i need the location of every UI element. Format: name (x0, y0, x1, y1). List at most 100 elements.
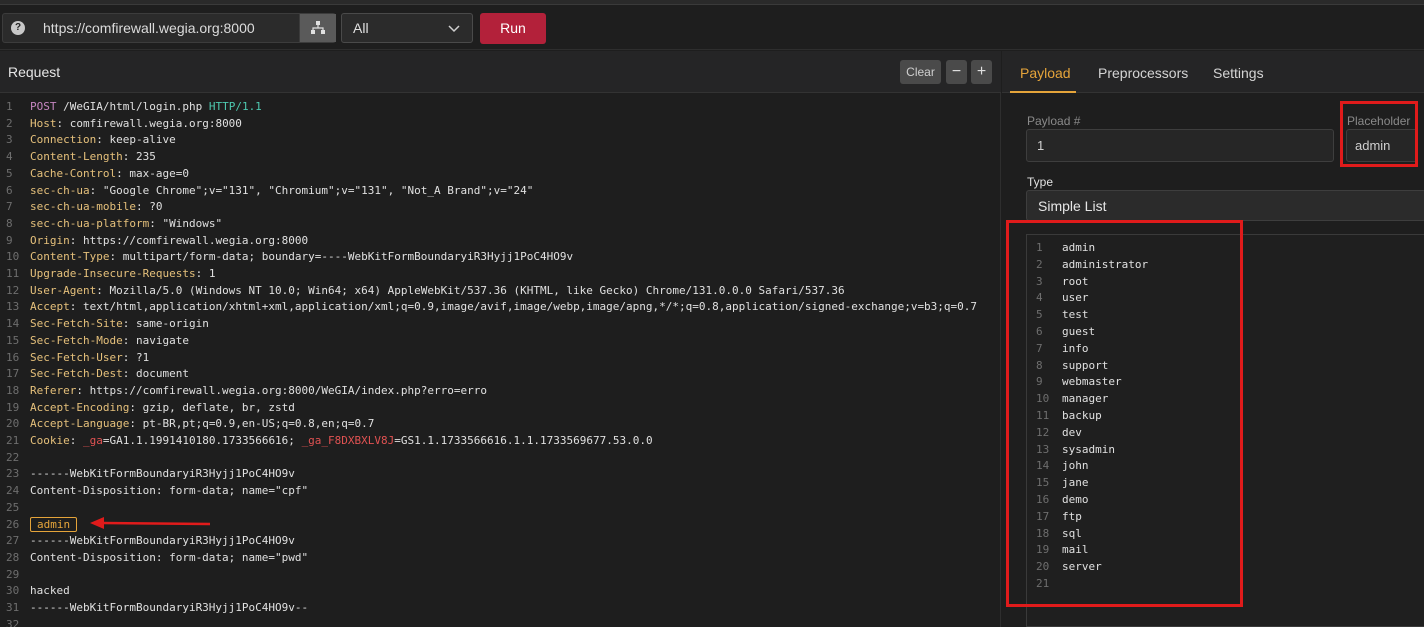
line-number: 23 (6, 467, 20, 481)
run-button[interactable]: Run (480, 13, 546, 44)
line-number: 9 (6, 233, 13, 247)
payload-list-highlight-box (1006, 220, 1243, 607)
code-text: : keep-alive (96, 133, 176, 147)
payload-number-field[interactable]: 1 (1026, 129, 1334, 162)
clear-button[interactable]: Clear (900, 60, 941, 84)
line-content: Content-Disposition: form-data; name="pw… (30, 550, 308, 567)
line-number: 2 (6, 116, 13, 130)
line-content: Content-Type: multipart/form-data; bound… (30, 249, 573, 266)
code-text: ------WebKitFormBoundaryiR3Hyjj1PoC4HO9v (30, 467, 295, 481)
line-number: 20 (6, 417, 20, 431)
line-content: sec-ch-ua-platform: "Windows" (30, 216, 222, 233)
line-content: ------WebKitFormBoundaryiR3Hyjj1PoC4HO9v (30, 466, 295, 483)
scope-select-value: All (353, 20, 369, 36)
line-content: Sec-Fetch-User: ?1 (30, 350, 149, 367)
code-text: ------WebKitFormBoundaryiR3Hyjj1PoC4HO9v… (30, 601, 309, 614)
placeholder-highlight-box (1340, 101, 1418, 167)
line-number: 17 (6, 367, 20, 381)
line-content: sec-ch-ua: "Google Chrome";v="131", "Chr… (30, 183, 533, 200)
line-content: Origin: https://comfirewall.wegia.org:80… (30, 233, 308, 250)
url-field[interactable]: ? https://comfirewall.wegia.org:8000 (2, 13, 336, 43)
highlighted-payload-marker: admin (30, 516, 78, 532)
line-content: Accept-Language: pt-BR,pt;q=0.9,en-US;q=… (30, 416, 374, 433)
line-number: 11 (6, 267, 20, 280)
tab-preprocessors[interactable]: Preprocessors (1098, 65, 1188, 81)
line-number: 32 (6, 617, 20, 627)
line-content: Content-Disposition: form-data; name="cp… (30, 483, 308, 500)
code-text: : ?0 (135, 200, 163, 214)
line-number: 25 (6, 500, 20, 514)
line-number: 12 (6, 283, 20, 297)
line-content: ------WebKitFormBoundaryiR3Hyjj1PoC4HO9v (30, 533, 295, 550)
zoom-out-button[interactable]: − (946, 60, 967, 84)
header-name: Referer (30, 383, 77, 397)
line-number: 29 (6, 567, 20, 581)
header-name: Cache-Control (30, 166, 117, 180)
header-name: sec-ch-ua (30, 183, 90, 197)
line-content: Host: comfirewall.wegia.org:8000 (30, 116, 242, 133)
line-content: Upgrade-Insecure-Requests: 1 (30, 266, 215, 283)
line-number: 28 (6, 550, 20, 564)
code-text: : 235 (122, 150, 156, 164)
code-text: : max-age=0 (116, 166, 189, 180)
code-text: : gzip, deflate, br, zstd (129, 400, 295, 414)
code-text: : 1 (195, 267, 216, 280)
code-text: Content-Disposition: form-data; name="cp… (30, 484, 309, 498)
tab-payload[interactable]: Payload (1020, 65, 1071, 81)
code-text: : ?1 (122, 350, 150, 364)
line-content: hacked (30, 583, 70, 600)
line-number: 3 (6, 133, 13, 147)
code-text: : (69, 434, 83, 447)
toolbar: ? https://comfirewall.wegia.org:8000 All… (0, 5, 1424, 50)
line-number: 7 (6, 200, 13, 214)
header-name: Sec-Fetch-Dest (30, 367, 123, 381)
network-button[interactable] (299, 14, 336, 42)
zoom-in-button[interactable]: + (971, 60, 992, 84)
header-name: Upgrade-Insecure-Requests (30, 267, 196, 280)
code-text: =GA1.1.1991410180.1733566616; (102, 434, 302, 447)
code-text: _ga_F8DXBXLV8J (301, 434, 395, 447)
code-text: : same-origin (122, 317, 209, 331)
request-panel-header: Request Clear − + (0, 51, 1001, 93)
payload-tabs: Payload Preprocessors Settings (1002, 51, 1424, 93)
code-text: hacked (30, 584, 70, 598)
url-text[interactable]: https://comfirewall.wegia.org:8000 (43, 20, 255, 36)
header-name: Accept (30, 300, 70, 314)
help-icon[interactable]: ? (11, 21, 25, 35)
line-content: Content-Length: 235 (30, 149, 156, 166)
tab-settings[interactable]: Settings (1213, 65, 1264, 81)
header-name: Content-Length (30, 150, 123, 164)
header-name: Connection (30, 133, 97, 147)
code-text: : document (122, 367, 189, 381)
arrow-annotation (90, 517, 211, 529)
code-text: : navigate (122, 333, 189, 347)
payload-panel: Payload Preprocessors Settings Payload #… (1002, 51, 1424, 627)
line-content: Sec-Fetch-Dest: document (30, 366, 189, 383)
line-number: 14 (6, 317, 20, 331)
line-number: 31 (6, 601, 20, 614)
chevron-down-icon (448, 25, 460, 33)
line-number: 8 (6, 216, 13, 230)
line-content: Accept: text/html,application/xhtml+xml,… (30, 299, 977, 316)
active-tab-indicator (1010, 91, 1076, 93)
line-number: 19 (6, 400, 20, 414)
line-number: 21 (6, 434, 20, 447)
header-name: sec-ch-ua-mobile (30, 200, 136, 214)
line-number: 6 (6, 183, 13, 197)
line-number: 1 (6, 100, 13, 113)
code-text: _ga (83, 434, 103, 447)
line-number: 18 (6, 383, 20, 397)
code-text: ------WebKitFormBoundaryiR3Hyjj1PoC4HO9v (30, 534, 295, 548)
header-name: Sec-Fetch-Site (30, 317, 123, 331)
type-select[interactable]: Simple List (1026, 190, 1424, 221)
header-name: Cookie (30, 434, 70, 447)
line-number: 16 (6, 350, 20, 364)
line-number: 10 (6, 250, 20, 264)
code-text: /WeGIA/html/login.php (56, 100, 209, 113)
code-text: : pt-BR,pt;q=0.9,en-US;q=0.8,en;q=0.7 (129, 417, 375, 431)
line-content: sec-ch-ua-mobile: ?0 (30, 199, 162, 216)
line-content: Cache-Control: max-age=0 (30, 166, 189, 183)
scope-select[interactable]: All (341, 13, 473, 43)
code-text: POST (30, 100, 57, 113)
line-content: ------WebKitFormBoundaryiR3Hyjj1PoC4HO9v… (30, 600, 308, 617)
